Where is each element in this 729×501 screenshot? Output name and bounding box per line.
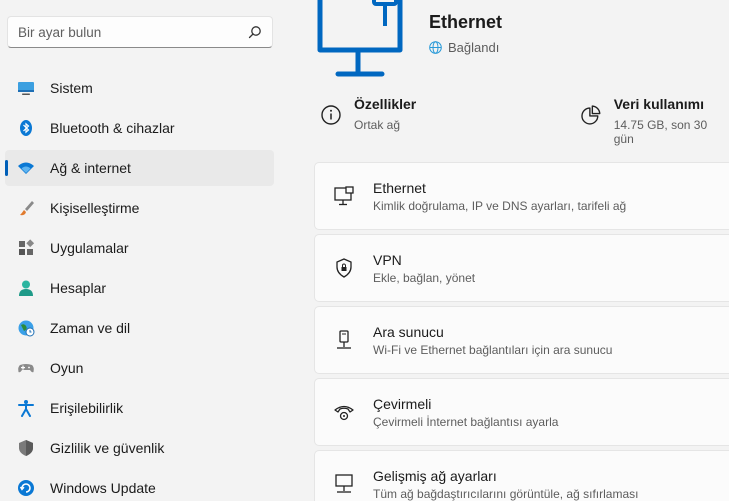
card-subtitle: Wi-Fi ve Ethernet bağlantıları için ara …	[373, 342, 613, 357]
ethernet-icon	[333, 185, 355, 207]
sidebar-nav: Sistem Bluetooth & cihazlar Ağ & interne…	[5, 70, 274, 501]
properties-title: Özellikler	[354, 96, 417, 112]
sidebar-item-gaming[interactable]: Oyun	[5, 350, 274, 386]
sidebar-item-label: Windows Update	[50, 480, 156, 496]
sidebar-item-time-language[interactable]: Zaman ve dil	[5, 310, 274, 346]
card-subtitle: Kimlik doğrulama, IP ve DNS ayarları, ta…	[373, 198, 627, 213]
card-title: Gelişmiş ağ ayarları	[373, 467, 497, 484]
network-settings-icon	[333, 473, 355, 495]
vpn-shield-icon	[333, 257, 355, 279]
search-box[interactable]	[7, 16, 273, 48]
properties-subtitle: Ortak ağ	[354, 118, 401, 132]
shield-icon	[17, 439, 35, 457]
sidebar-item-label: Zaman ve dil	[50, 320, 131, 336]
search-input[interactable]	[18, 24, 248, 40]
apps-icon	[17, 239, 35, 257]
globe-clock-icon	[17, 319, 35, 337]
card-subtitle: Tüm ağ bağdaştırıcılarını görüntüle, ağ …	[373, 486, 639, 501]
data-usage-subtitle: 14.75 GB, son 30 gün	[613, 118, 708, 146]
card-vpn[interactable]: VPN Ekle, bağlan, yönet	[314, 234, 729, 302]
sidebar-item-label: Sistem	[50, 80, 93, 96]
sidebar-item-label: Erişilebilirlik	[50, 400, 124, 416]
sidebar-item-label: Ağ & internet	[50, 160, 131, 176]
card-subtitle: Ekle, bağlan, yönet	[373, 270, 476, 285]
sidebar-item-personalization[interactable]: Kişiselleştirme	[5, 190, 274, 226]
sidebar-item-accessibility[interactable]: Erişilebilirlik	[5, 390, 274, 426]
sidebar-item-bluetooth[interactable]: Bluetooth & cihazlar	[5, 110, 274, 146]
gamepad-icon	[17, 359, 35, 377]
card-title: Ethernet	[373, 179, 426, 196]
sidebar-item-label: Kişiselleştirme	[50, 200, 140, 216]
wifi-icon	[17, 159, 35, 177]
dialup-icon	[333, 401, 355, 423]
page-title: Ethernet	[429, 12, 503, 32]
sidebar-item-privacy[interactable]: Gizlilik ve güvenlik	[5, 430, 274, 466]
sidebar-item-apps[interactable]: Uygulamalar	[5, 230, 274, 266]
pie-chart-icon	[581, 105, 601, 125]
person-icon	[17, 279, 35, 297]
data-usage-link[interactable]: Veri kullanımı 14.75 GB, son 30 gün	[580, 96, 729, 146]
search-icon[interactable]	[248, 25, 262, 39]
info-icon	[321, 105, 341, 125]
status-text: Bağlandı	[448, 40, 500, 55]
sidebar-item-label: Hesaplar	[50, 280, 107, 296]
bluetooth-icon	[17, 119, 35, 137]
sidebar-item-accounts[interactable]: Hesaplar	[5, 270, 274, 306]
sidebar-item-network[interactable]: Ağ & internet	[5, 150, 274, 186]
proxy-icon	[333, 329, 355, 351]
card-advanced-network[interactable]: Gelişmiş ağ ayarları Tüm ağ bağdaştırıcı…	[314, 450, 729, 501]
monitor-icon	[17, 79, 35, 97]
ethernet-computer-icon	[317, 0, 403, 77]
update-icon	[17, 479, 35, 497]
sidebar-item-label: Gizlilik ve güvenlik	[50, 440, 165, 456]
card-proxy[interactable]: Ara sunucu Wi-Fi ve Ethernet bağlantılar…	[314, 306, 729, 374]
connection-status: Bağlandı	[429, 40, 499, 55]
accessibility-icon	[17, 399, 35, 417]
sidebar-item-system[interactable]: Sistem	[5, 70, 274, 106]
card-dialup[interactable]: Çevirmeli Çevirmeli İnternet bağlantısı …	[314, 378, 729, 446]
brush-icon	[17, 199, 35, 217]
sidebar-item-label: Bluetooth & cihazlar	[50, 120, 175, 136]
sidebar-item-label: Uygulamalar	[50, 240, 129, 256]
card-title: Ara sunucu	[373, 323, 444, 340]
sidebar: Sistem Bluetooth & cihazlar Ağ & interne…	[0, 0, 290, 501]
card-subtitle: Çevirmeli İnternet bağlantısı ayarla	[373, 414, 559, 429]
card-title: Çevirmeli	[373, 395, 432, 412]
card-title: VPN	[373, 251, 402, 268]
data-usage-title: Veri kullanımı	[613, 96, 704, 112]
card-ethernet[interactable]: Ethernet Kimlik doğrulama, IP ve DNS aya…	[314, 162, 729, 230]
sidebar-item-label: Oyun	[50, 360, 84, 376]
properties-link[interactable]: Özellikler Ortak ağ	[320, 96, 416, 132]
globe-icon	[429, 41, 442, 54]
main-content: Ethernet Bağlandı Özellikler Ortak ağ Ve…	[290, 0, 729, 501]
sidebar-item-windows-update[interactable]: Windows Update	[5, 470, 274, 501]
